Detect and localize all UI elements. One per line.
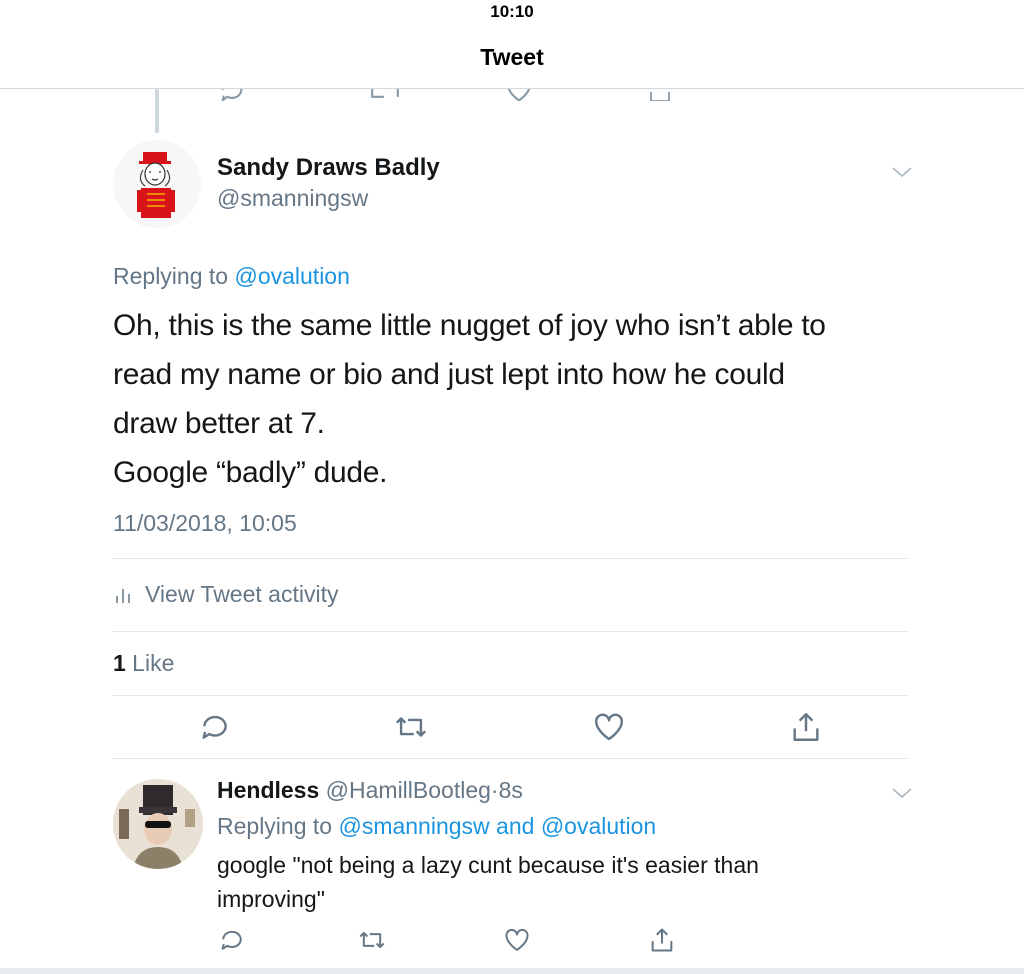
reply-icon[interactable] (218, 89, 246, 101)
tweet-text-line: Google “badly” dude. (113, 456, 388, 489)
reply-text: google "not being a lazy cunt because it… (217, 848, 917, 916)
like-count[interactable]: 1 Like (113, 650, 174, 677)
status-time: 10:10 (490, 2, 534, 21)
author-name[interactable]: Sandy Draws Badly (217, 154, 440, 182)
avatar[interactable] (113, 779, 203, 869)
chevron-down-icon[interactable] (891, 165, 913, 179)
tweet-text-line: draw better at 7. (113, 407, 325, 440)
reply-separator: · (490, 777, 499, 803)
reply-header: Hendless @HamillBootleg·8s (217, 777, 523, 804)
share-icon[interactable] (789, 710, 823, 744)
parent-actions-clipped (0, 89, 1024, 101)
avatar[interactable] (113, 140, 201, 228)
analytics-icon (116, 588, 130, 603)
bottom-divider (0, 968, 1024, 974)
replying-to-link[interactable]: @ovalution (234, 263, 349, 289)
share-icon[interactable] (648, 926, 676, 954)
page-title: Tweet (480, 44, 544, 70)
divider (113, 695, 908, 696)
reply-age: 8s (498, 777, 523, 803)
divider (113, 631, 908, 632)
author-handle[interactable]: @smanningsw (217, 185, 368, 212)
like-count-number: 1 (113, 650, 126, 676)
tweet-text-line: Oh, this is the same little nugget of jo… (113, 309, 826, 342)
share-icon[interactable] (648, 89, 672, 101)
like-icon[interactable] (592, 710, 626, 744)
reply-replying-prefix: Replying to (217, 813, 339, 839)
reply-replying-link-1[interactable]: @smanningsw (338, 813, 489, 839)
reply-icon[interactable] (198, 710, 232, 744)
thread-connector (155, 89, 159, 133)
like-count-label: Like (125, 650, 175, 676)
tweet-timestamp: 11/03/2018, 10:05 (113, 510, 297, 536)
tweet-text-line: read my name or bio and just lept into h… (113, 358, 785, 391)
replying-prefix: Replying to (113, 263, 235, 289)
view-activity-link[interactable]: View Tweet activity (113, 581, 338, 608)
reply-replying-to: Replying to @smanningsw and @ovalution (217, 813, 656, 840)
reply-author-name[interactable]: Hendless (217, 777, 319, 803)
divider (113, 758, 908, 759)
reply-icon[interactable] (218, 926, 246, 954)
replying-to: Replying to @ovalution (113, 263, 350, 290)
avatar-photo (113, 779, 203, 869)
avatar-illustration (137, 152, 175, 218)
like-icon[interactable] (505, 89, 533, 101)
reply-text-line: google "not being a lazy cunt because it… (217, 852, 759, 878)
view-activity-label: View Tweet activity (145, 581, 339, 607)
retweet-icon[interactable] (394, 710, 428, 744)
reply-author-handle[interactable]: @HamillBootleg (326, 777, 491, 803)
divider (113, 558, 908, 559)
retweet-icon[interactable] (368, 89, 402, 101)
chevron-down-icon[interactable] (891, 786, 913, 800)
reply-text-line: improving" (217, 886, 325, 912)
reply-replying-and: and (489, 813, 541, 839)
tweet-text: Oh, this is the same little nugget of jo… (113, 301, 913, 497)
retweet-icon[interactable] (358, 926, 386, 954)
like-icon[interactable] (503, 926, 531, 954)
reply-replying-link-2[interactable]: @ovalution (541, 813, 656, 839)
